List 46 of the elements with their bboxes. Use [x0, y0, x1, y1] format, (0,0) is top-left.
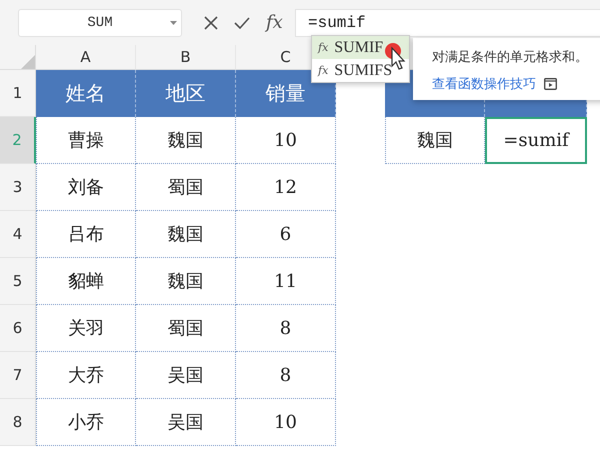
header-cell: 地区: [136, 70, 236, 117]
table-cell: 关羽: [36, 305, 136, 352]
autocomplete-item[interactable]: fx SUMIFS: [312, 59, 409, 82]
video-icon[interactable]: [544, 78, 557, 90]
table-cell: 貂蝉: [36, 258, 136, 305]
table-cell: 吴国: [136, 352, 236, 399]
table-cell: 蜀国: [136, 305, 236, 352]
table-cell: 吕布: [36, 211, 136, 258]
table-cell: 曹操: [36, 117, 136, 164]
row-header[interactable]: 6: [0, 305, 36, 352]
help-link[interactable]: 查看函数操作技巧: [432, 75, 536, 93]
table-cell: 魏国: [136, 258, 236, 305]
table-cell: 刘备: [36, 164, 136, 211]
insert-function-button[interactable]: fx: [266, 12, 283, 33]
table-cell: 魏国: [136, 211, 236, 258]
column-header[interactable]: A: [36, 45, 136, 70]
row-header[interactable]: 7: [0, 352, 36, 399]
table-cell: 8: [236, 352, 336, 399]
caret-icon[interactable]: [170, 20, 177, 24]
name-box[interactable]: SUM: [18, 8, 182, 36]
formula-cell[interactable]: =sumif: [485, 117, 587, 164]
table-cell: 小乔: [36, 399, 136, 446]
table-cell: 魏国: [136, 117, 236, 164]
row-header[interactable]: 4: [0, 211, 36, 258]
cancel-icon[interactable]: [204, 16, 218, 30]
table-cell: 11: [236, 258, 336, 305]
table-cell: 6: [236, 211, 336, 258]
table-cell: 吴国: [136, 399, 236, 446]
table-cell: 10: [236, 399, 336, 446]
row-header[interactable]: 8: [0, 399, 36, 446]
table-cell: 蜀国: [136, 164, 236, 211]
table-cell: 10: [236, 117, 336, 164]
autocomplete-item[interactable]: fx SUMIF: [312, 36, 409, 59]
check-icon[interactable]: [234, 16, 250, 28]
table-cell: 12: [236, 164, 336, 211]
tooltip-text: 对满足条件的单元格求和。: [432, 49, 589, 66]
column-header[interactable]: B: [136, 45, 236, 70]
row-header[interactable]: 5: [0, 258, 36, 305]
name-box-text: SUM: [87, 14, 113, 30]
table-cell: 8: [236, 305, 336, 352]
row-header[interactable]: 3: [0, 164, 36, 211]
table-cell: 魏国: [385, 117, 485, 164]
table-cell: 大乔: [36, 352, 136, 399]
row-header[interactable]: 1: [0, 70, 36, 117]
formula-field[interactable]: =sumif: [295, 8, 600, 36]
header-cell: 姓名: [36, 70, 136, 117]
